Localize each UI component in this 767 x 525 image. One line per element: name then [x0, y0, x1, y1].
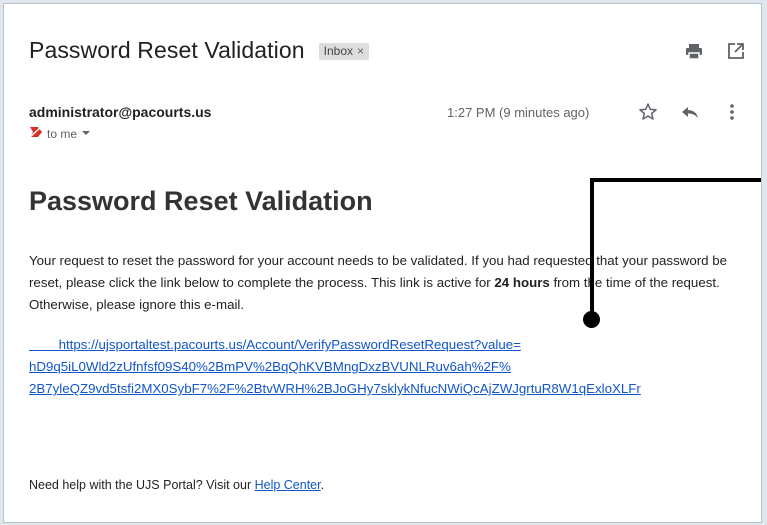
importance-marker-icon[interactable]: [29, 126, 43, 141]
callout-line-horizontal: [590, 178, 761, 182]
message-heading: Password Reset Validation: [29, 186, 373, 216]
star-icon[interactable]: [637, 101, 659, 123]
subject-row: Password Reset Validation Inbox ×: [29, 37, 370, 64]
help-center-link[interactable]: Help Center: [255, 478, 321, 492]
callout-line-vertical: [590, 178, 594, 321]
reset-link[interactable]: https://ujsportaltest.pacourts.us/Accoun…: [29, 337, 641, 396]
thread-actions: [683, 40, 747, 62]
label-text: Inbox: [323, 44, 354, 58]
help-suffix: .: [320, 478, 325, 492]
message-actions: [637, 101, 743, 123]
email-timestamp: 1:27 PM (9 minutes ago): [447, 105, 590, 120]
remove-label-button[interactable]: ×: [357, 44, 364, 58]
print-icon[interactable]: [683, 40, 705, 62]
caret-down-icon[interactable]: [81, 127, 91, 141]
email-subject: Password Reset Validation: [29, 37, 305, 63]
more-vertical-icon[interactable]: [721, 101, 743, 123]
message-body: Your request to reset the password for y…: [29, 250, 759, 316]
inbox-label-chip[interactable]: Inbox ×: [318, 43, 370, 60]
reply-icon[interactable]: [679, 101, 701, 123]
body-text-emphasis: 24 hours: [494, 275, 550, 290]
callout-dot: [583, 311, 600, 328]
help-prefix: Need help with the UJS Portal? Visit our: [29, 478, 255, 492]
email-view: Password Reset Validation Inbox × admini…: [3, 3, 762, 523]
sender-address: administrator@pacourts.us: [29, 104, 212, 120]
reset-link-block: https://ujsportaltest.pacourts.us/Accoun…: [29, 334, 641, 400]
reset-link-line-3: 2B7yleQZ9vd5tsfi2MX0SybF7%2F%2BtvWRH%2BJ…: [29, 381, 641, 396]
reset-link-line-2: hD9q5iL0Wld2zUfnfsf09S40%2BmPV%2BqQhKVBM…: [29, 359, 511, 374]
open-in-new-window-icon[interactable]: [725, 40, 747, 62]
recipient-row[interactable]: to me: [29, 126, 91, 141]
help-line: Need help with the UJS Portal? Visit our…: [29, 478, 324, 492]
reset-link-line-1: https://ujsportaltest.pacourts.us/Accoun…: [58, 337, 521, 352]
recipient-label: to me: [47, 126, 78, 141]
